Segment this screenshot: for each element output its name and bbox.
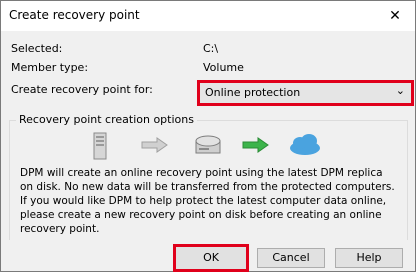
dialog-body: Selected: C:\ Member type: Volume Create… [1, 31, 415, 267]
ok-button[interactable]: OK [173, 244, 249, 272]
description-text: DPM will create an online recovery point… [20, 167, 395, 235]
group-title: Recovery point creation options [16, 113, 197, 126]
server-icon [93, 132, 107, 160]
close-icon[interactable]: ✕ [377, 4, 413, 28]
cancel-button[interactable]: Cancel [257, 248, 325, 268]
arrow-right-green-icon [242, 137, 269, 153]
button-bar: OK Cancel Help [1, 240, 415, 272]
arrow-right-icon [141, 137, 168, 153]
disk-icon [195, 135, 221, 154]
help-button[interactable]: Help [335, 248, 403, 268]
member-type-value: Volume [203, 61, 244, 74]
create-recovery-point-dialog: Create recovery point ✕ Selected: C:\ Me… [0, 0, 416, 272]
title-bar: Create recovery point ✕ [1, 1, 415, 31]
create-for-dropdown[interactable]: Online protection ⌄ [197, 80, 414, 106]
selected-label: Selected: [11, 42, 63, 55]
cloud-icon [290, 134, 320, 155]
create-for-selected-value: Online protection [205, 86, 301, 99]
selected-value: C:\ [203, 42, 219, 55]
create-for-label: Create recovery point for: [11, 83, 153, 96]
dialog-title: Create recovery point [9, 8, 140, 22]
chevron-down-icon[interactable]: ⌄ [396, 84, 405, 97]
member-type-label: Member type: [11, 61, 89, 74]
